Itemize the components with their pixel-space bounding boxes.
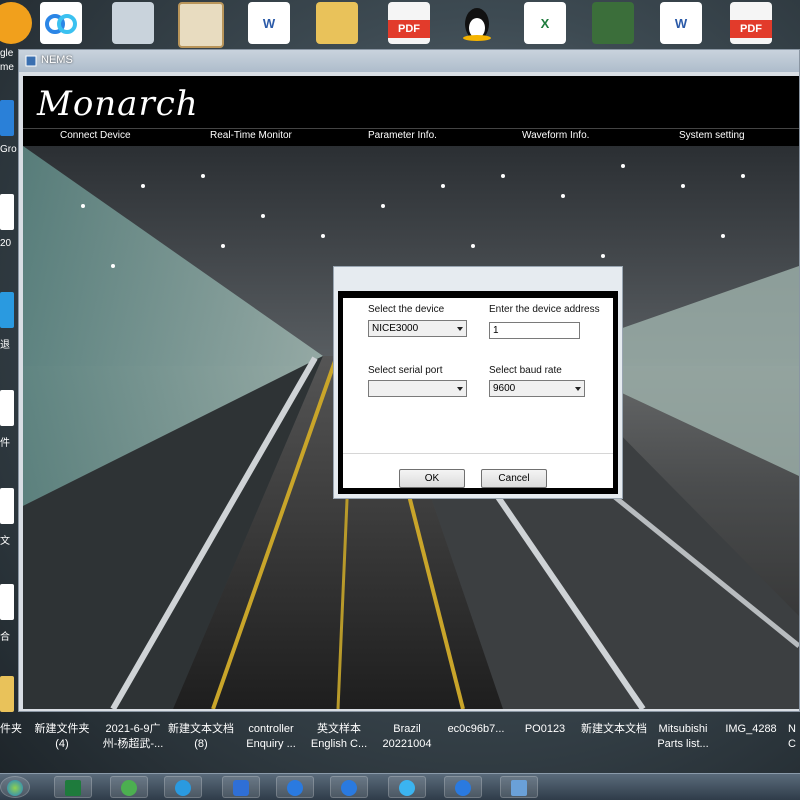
desktop-icon-label[interactable]: IMG_4288 <box>718 722 784 737</box>
excel-icon[interactable]: X <box>524 2 566 44</box>
document-icon[interactable] <box>0 390 14 426</box>
word-doc-icon[interactable]: W <box>248 2 290 44</box>
menu-waveform-info[interactable]: Waveform Info. <box>522 130 589 141</box>
sogou-icon[interactable] <box>276 776 314 798</box>
document-image-icon[interactable] <box>112 2 154 44</box>
start-orb-icon[interactable] <box>0 776 30 798</box>
cancel-button[interactable]: Cancel <box>481 469 547 488</box>
desktop-icon-label[interactable]: 英文样本 English C... <box>306 722 372 752</box>
desktop-left-edge: gle me Gro 20 退 件 文 合 <box>0 48 18 718</box>
ie-browser-icon[interactable] <box>164 776 202 798</box>
desktop-icon-label[interactable]: 新建文件夹 (4) <box>28 722 96 752</box>
taskbar <box>0 773 800 800</box>
device-label: Select the device <box>368 304 445 315</box>
desktop-icon-label[interactable]: Mitsubishi Parts list... <box>650 722 716 752</box>
chevron-down-icon <box>575 387 581 391</box>
refresh-icon[interactable] <box>110 776 148 798</box>
desktop-icon-label[interactable]: ec0c96b7... <box>442 722 510 737</box>
baidu-netdisk-icon[interactable] <box>40 2 82 44</box>
sogou-icon[interactable] <box>330 776 368 798</box>
baud-rate-label: Select baud rate <box>489 365 562 376</box>
app-window-icon <box>25 55 37 67</box>
device-select-value: NICE3000 <box>372 323 419 334</box>
qq-penguin-icon[interactable] <box>456 2 498 44</box>
menu-system-setting[interactable]: System setting <box>679 130 745 141</box>
circuit-board-image-icon[interactable] <box>592 2 634 44</box>
desktop-icon-label[interactable]: NC <box>788 722 800 752</box>
dialog-content: Select the device Enter the device addre… <box>343 298 613 488</box>
pdf-icon[interactable]: PDF <box>730 2 772 44</box>
document-icon[interactable] <box>0 488 14 524</box>
desktop-icon-label[interactable]: 件夹 <box>0 722 24 737</box>
window-title: NEMS <box>41 54 73 66</box>
device-address-input[interactable]: 1 <box>489 322 580 339</box>
connect-device-dialog: Select the device Enter the device addre… <box>333 266 623 499</box>
desktop-label: 20 <box>0 238 12 249</box>
chevron-down-icon <box>457 387 463 391</box>
pdf-icon[interactable]: PDF <box>388 2 430 44</box>
sogou-icon[interactable] <box>444 776 482 798</box>
dialog-divider <box>343 453 613 454</box>
desktop-label: gle <box>0 48 14 59</box>
desktop-top-icons: W PDF X W PDF <box>0 0 800 48</box>
desktop-icon-label[interactable]: 新建文本文档 <box>578 722 650 737</box>
document-icon[interactable] <box>0 584 14 620</box>
excel-icon[interactable] <box>54 776 92 798</box>
menu-connect-device[interactable]: Connect Device <box>60 130 131 141</box>
app-icon[interactable] <box>0 100 14 136</box>
main-menu: Connect Device Real-Time Monitor Paramet… <box>23 128 799 145</box>
app-icon[interactable] <box>0 292 14 328</box>
folder-icon[interactable] <box>0 676 14 712</box>
address-label: Enter the device address <box>489 304 600 315</box>
device-select[interactable]: NICE3000 <box>368 320 467 337</box>
menu-real-time-monitor[interactable]: Real-Time Monitor <box>210 130 292 141</box>
baud-rate-select[interactable]: 9600 <box>489 380 585 397</box>
document-icon[interactable] <box>0 194 14 230</box>
window-switch-icon[interactable] <box>500 776 538 798</box>
desktop-label: 文 <box>0 536 10 547</box>
folder-icon[interactable] <box>316 2 358 44</box>
desktop-label: me <box>0 62 14 73</box>
baud-rate-select-value: 9600 <box>493 383 516 394</box>
desktop-label: 件 <box>0 438 10 449</box>
serial-port-select[interactable] <box>368 380 467 397</box>
monarch-logo: Monarch <box>37 84 199 124</box>
browser-app-icon[interactable] <box>0 2 32 44</box>
desktop-icon-label[interactable]: controller Enquiry ... <box>238 722 304 752</box>
safety-shield-icon[interactable] <box>222 776 260 798</box>
ok-button[interactable]: OK <box>399 469 465 488</box>
desktop-icon-label[interactable]: Brazil 20221004 <box>374 722 440 752</box>
window-titlebar[interactable]: NEMS <box>19 50 799 72</box>
chevron-down-icon <box>457 327 463 331</box>
pdf-label: PDF <box>388 20 430 38</box>
desktop-label: 合 <box>0 632 10 643</box>
desktop-icon-label[interactable]: 2021-6-9广 州-杨超武-... <box>100 722 166 752</box>
desktop-label: 退 <box>0 340 10 351</box>
serial-port-label: Select serial port <box>368 365 443 376</box>
desktop-label: Gro <box>0 144 17 155</box>
menu-parameter-info[interactable]: Parameter Info. <box>368 130 437 141</box>
certificate-image-icon[interactable] <box>178 2 224 48</box>
water-drop-icon[interactable] <box>388 776 426 798</box>
word-doc-icon[interactable]: W <box>660 2 702 44</box>
desktop-icon-label[interactable]: PO0123 <box>512 722 578 737</box>
pdf-label: PDF <box>730 20 772 38</box>
desktop-icon-label[interactable]: 新建文本文档 (8) <box>166 722 236 752</box>
desktop-bottom-labels: 件夹 新建文件夹 (4) 2021-6-9广 州-杨超武-... 新建文本文档 (8)… <box>0 722 800 758</box>
